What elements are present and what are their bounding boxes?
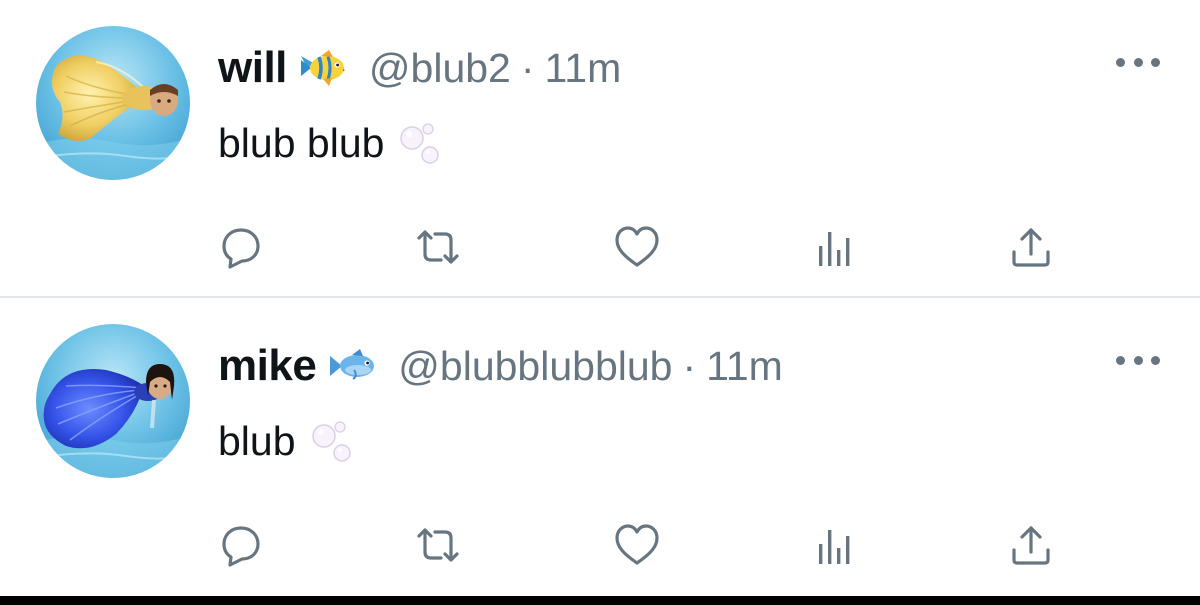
heart-icon (615, 226, 659, 267)
tweet-text-content: blub blub (218, 120, 385, 166)
dot (1133, 355, 1143, 365)
analytics-icon (819, 530, 850, 564)
analytics-button[interactable] (810, 520, 860, 570)
bottom-edge-bar (0, 596, 1200, 605)
bubbles-icon (310, 419, 354, 465)
tweet-text: blub (218, 418, 354, 465)
display-name[interactable]: will (218, 43, 287, 93)
dot (1116, 57, 1125, 67)
user-handle[interactable]: @blub2 (369, 45, 511, 92)
timestamp[interactable]: 11m (545, 45, 622, 92)
display-name[interactable]: mike (218, 341, 317, 391)
reply-icon (222, 526, 260, 567)
tweet-header: mike @blubblubblub · 11m (218, 338, 783, 394)
separator-dot: · (520, 44, 535, 91)
like-button[interactable] (612, 222, 662, 272)
analytics-icon (819, 232, 850, 266)
dot (1133, 57, 1143, 67)
share-button[interactable] (1006, 520, 1056, 570)
tweet-header: will @blub2 · 11m (218, 40, 621, 96)
tweet[interactable]: will @blub2 · 11m blub blub (0, 0, 1200, 296)
avatar[interactable] (36, 26, 190, 180)
heart-icon (615, 524, 659, 565)
retweet-icon (417, 230, 459, 264)
reply-icon (222, 228, 260, 269)
reply-button[interactable] (216, 222, 266, 272)
more-options-icon[interactable] (1116, 350, 1160, 370)
dot (1116, 355, 1125, 365)
tweet-text-content: blub (218, 418, 296, 464)
analytics-button[interactable] (810, 222, 860, 272)
share-icon (1012, 228, 1050, 267)
blue-fish-icon (328, 346, 380, 386)
golden-betta-fish-avatar (36, 26, 190, 180)
retweet-icon (417, 528, 459, 562)
like-button[interactable] (612, 520, 662, 570)
retweet-button[interactable] (413, 222, 463, 272)
separator-dot: · (682, 342, 697, 389)
more-options-icon[interactable] (1116, 52, 1160, 72)
avatar[interactable] (36, 324, 190, 478)
user-handle[interactable]: @blubblubblub (398, 343, 672, 390)
tropical-fish-icon (299, 48, 351, 88)
tweet-actions (0, 520, 1200, 570)
tweet-feed: will @blub2 · 11m blub blub mike @blubbl… (0, 0, 1200, 605)
tweet[interactable]: mike @blubblubblub · 11m blub (0, 298, 1200, 596)
share-button[interactable] (1006, 222, 1056, 272)
share-icon (1012, 526, 1050, 565)
timestamp[interactable]: 11m (706, 343, 783, 390)
dot (1151, 57, 1160, 67)
blue-betta-fish-avatar (36, 324, 190, 478)
retweet-button[interactable] (413, 520, 463, 570)
tweet-text: blub blub (218, 120, 442, 167)
bubbles-icon (398, 121, 442, 167)
dot (1151, 355, 1160, 365)
tweet-actions (0, 222, 1200, 272)
reply-button[interactable] (216, 520, 266, 570)
